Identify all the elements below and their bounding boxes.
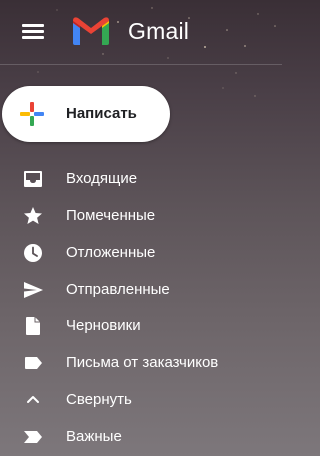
gmail-logo-icon [73,17,109,45]
nav-label-important: Важные [66,428,122,445]
nav-item-snoozed[interactable]: Отложенные [0,234,282,271]
draft-icon [26,317,40,335]
nav-label-sent: Отправленные [66,281,170,298]
compose-label: Написать [66,105,137,122]
nav-item-starred[interactable]: Помеченные [0,197,282,234]
header-divider [0,64,282,65]
nav-item-sent[interactable]: Отправленные [0,271,282,308]
label-icon [25,357,42,369]
compose-button[interactable]: Написать [2,86,170,142]
nav-label-drafts: Черновики [66,317,141,334]
nav-label-customers: Письма от заказчиков [66,354,219,371]
nav-item-inbox[interactable]: Входящие [0,160,282,197]
send-icon [24,282,43,298]
compose-plus-icon [20,102,44,126]
important-icon [24,431,42,443]
nav-item-drafts[interactable]: Черновики [0,307,282,344]
nav-label-starred: Помеченные [66,207,156,224]
app-title: Gmail [128,18,190,44]
nav-item-collapse[interactable]: Свернуть [0,381,282,418]
nav-item-important[interactable]: Важные [0,418,282,455]
clock-icon [24,244,42,262]
nav-label-inbox: Входящие [66,170,138,187]
nav-item-label-customers[interactable]: Письма от заказчиков [0,344,282,381]
chevron-up-icon [27,396,39,403]
nav-label-collapse: Свернуть [66,391,132,408]
top-bar: Gmail [0,0,282,64]
hamburger-menu-icon[interactable] [22,22,44,40]
inbox-icon [24,171,42,187]
star-icon [24,207,42,224]
nav-label-snoozed: Отложенные [66,244,156,261]
